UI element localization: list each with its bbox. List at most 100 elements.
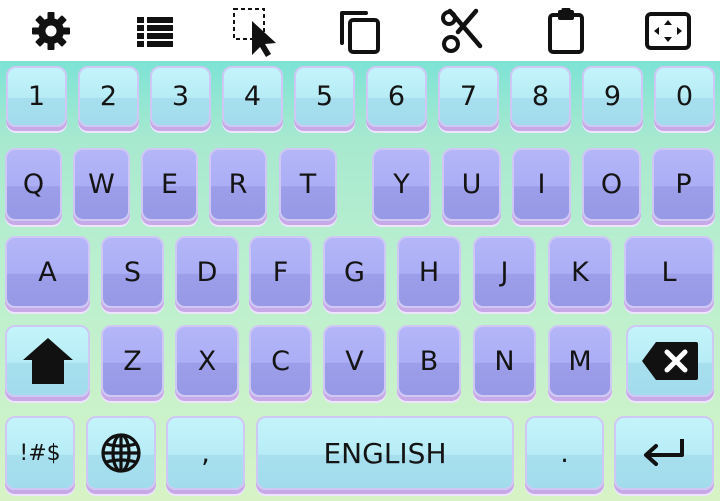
key-label: 8 — [531, 81, 550, 112]
globe-icon — [101, 433, 141, 473]
key-label: T — [299, 169, 317, 200]
settings-button[interactable] — [25, 5, 77, 57]
paste-icon — [548, 8, 584, 54]
key-p[interactable]: P — [652, 148, 715, 221]
key-label: O — [600, 169, 623, 200]
key-u[interactable]: U — [442, 148, 501, 221]
comma-key[interactable]: , — [166, 416, 245, 490]
fullscreen-button[interactable] — [642, 5, 694, 57]
key-q[interactable]: Q — [5, 148, 62, 221]
key-label: 9 — [603, 81, 622, 112]
key-label: L — [661, 256, 677, 288]
key-0[interactable]: 0 — [654, 66, 715, 127]
key-t[interactable]: T — [279, 148, 337, 221]
key-label: D — [196, 256, 218, 288]
key-label: S — [123, 256, 142, 288]
key-6[interactable]: 6 — [366, 66, 427, 127]
key-y[interactable]: Y — [372, 148, 431, 221]
key-label: 2 — [99, 81, 118, 112]
key-j[interactable]: J — [473, 236, 536, 308]
key-i[interactable]: I — [512, 148, 571, 221]
backspace-icon — [642, 342, 698, 380]
language-key[interactable] — [86, 416, 156, 490]
key-3[interactable]: 3 — [150, 66, 211, 127]
key-z[interactable]: Z — [101, 325, 164, 397]
key-label: 6 — [387, 81, 406, 112]
key-k[interactable]: K — [548, 236, 612, 308]
key-label: 3 — [171, 81, 190, 112]
key-w[interactable]: W — [73, 148, 130, 221]
key-label: M — [568, 345, 592, 377]
key-label: V — [345, 345, 364, 377]
key-label: P — [675, 169, 692, 200]
symbols-key[interactable]: !#$ — [5, 416, 75, 490]
key-h[interactable]: H — [397, 236, 461, 308]
key-label: X — [197, 345, 217, 377]
enter-icon — [644, 439, 684, 466]
key-label: I — [537, 169, 546, 200]
key-label: 4 — [243, 81, 262, 112]
key-label: , — [201, 437, 210, 469]
key-e[interactable]: E — [141, 148, 198, 221]
key-4[interactable]: 4 — [222, 66, 283, 127]
key-label: W — [88, 169, 115, 200]
key-label: G — [344, 256, 365, 288]
key-label: J — [500, 256, 509, 288]
key-label: N — [494, 345, 515, 377]
settings-icon — [32, 12, 70, 50]
fullscreen-icon — [645, 12, 691, 50]
key-m[interactable]: M — [548, 325, 612, 397]
key-o[interactable]: O — [582, 148, 641, 221]
key-c[interactable]: C — [249, 325, 312, 397]
key-label: 0 — [675, 81, 694, 112]
key-label: F — [272, 256, 289, 288]
cut-icon — [441, 8, 483, 53]
select-icon — [233, 8, 276, 57]
key-label: B — [419, 345, 439, 377]
key-l[interactable]: L — [624, 236, 714, 308]
key-g[interactable]: G — [323, 236, 386, 308]
key-label: ENGLISH — [323, 436, 447, 470]
key-label: E — [160, 169, 179, 200]
select-button[interactable] — [230, 5, 282, 57]
space-key[interactable]: ENGLISH — [256, 416, 514, 490]
key-label: Q — [22, 169, 45, 200]
key-label: . — [560, 437, 569, 469]
key-9[interactable]: 9 — [582, 66, 643, 127]
key-b[interactable]: B — [397, 325, 461, 397]
paste-button[interactable] — [540, 5, 592, 57]
keyboard-toolbar — [0, 0, 720, 61]
keyboard: 1 2 3 4 5 6 7 8 9 0 Q W E R T Y U I O P … — [0, 61, 720, 501]
key-label: U — [461, 169, 482, 200]
key-label: !#$ — [19, 440, 61, 466]
key-label: R — [228, 169, 248, 200]
key-label: 7 — [459, 81, 478, 112]
key-r[interactable]: R — [209, 148, 267, 221]
key-8[interactable]: 8 — [510, 66, 571, 127]
key-5[interactable]: 5 — [294, 66, 355, 127]
key-label: A — [38, 256, 57, 288]
shift-key[interactable] — [5, 325, 90, 397]
key-s[interactable]: S — [101, 236, 164, 308]
copy-button[interactable] — [334, 5, 386, 57]
key-label: Y — [393, 169, 410, 200]
key-a[interactable]: A — [5, 236, 90, 308]
copy-icon — [340, 11, 380, 54]
key-d[interactable]: D — [175, 236, 239, 308]
key-1[interactable]: 1 — [6, 66, 67, 127]
enter-key[interactable] — [614, 416, 714, 490]
key-v[interactable]: V — [323, 325, 386, 397]
shift-icon — [22, 338, 73, 384]
list-icon — [137, 17, 173, 47]
period-key[interactable]: . — [525, 416, 604, 490]
key-label: K — [571, 256, 589, 288]
key-f[interactable]: F — [249, 236, 312, 308]
list-button[interactable] — [129, 5, 181, 57]
key-n[interactable]: N — [473, 325, 536, 397]
key-2[interactable]: 2 — [78, 66, 139, 127]
key-label: Z — [123, 345, 142, 377]
backspace-key[interactable] — [626, 325, 714, 397]
key-7[interactable]: 7 — [438, 66, 499, 127]
cut-button[interactable] — [437, 5, 489, 57]
key-x[interactable]: X — [175, 325, 239, 397]
